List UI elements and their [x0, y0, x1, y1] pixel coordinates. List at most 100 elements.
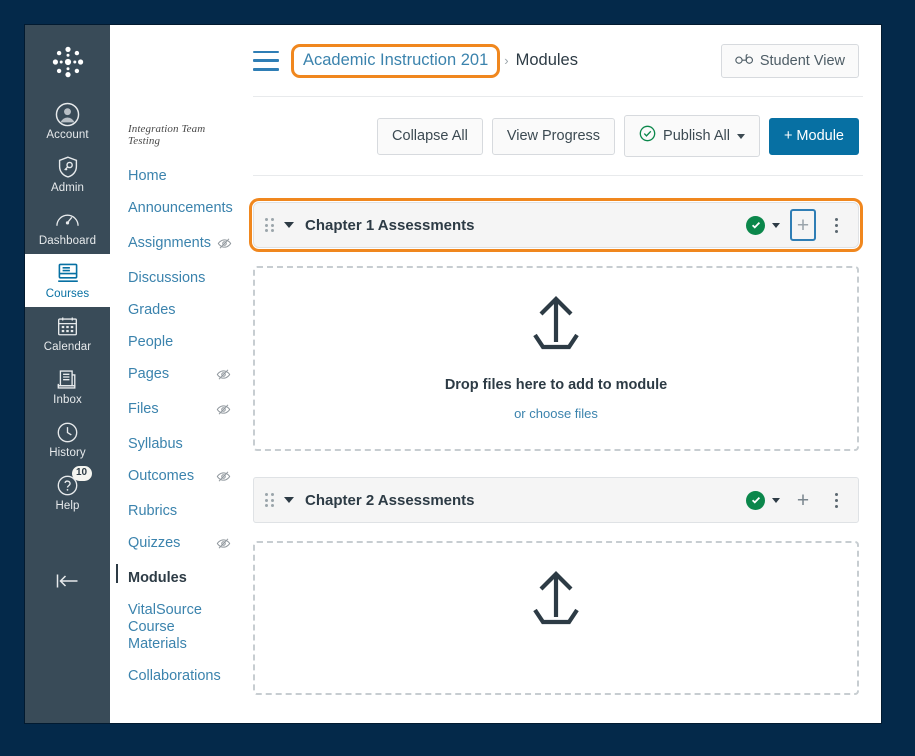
course-nav-heading: Integration Team Testing [128, 123, 231, 147]
global-nav-item-dashboard[interactable]: Dashboard [25, 201, 110, 254]
course-nav-item-collaborations[interactable]: Collaborations [128, 660, 231, 692]
publish-all-label: Publish All [663, 128, 730, 145]
breadcrumb-separator-icon: › [504, 53, 508, 68]
view-progress-button[interactable]: View Progress [492, 118, 615, 155]
canvas-logo-icon[interactable] [25, 33, 110, 91]
course-nav-item-quizzes[interactable]: Quizzes [128, 527, 231, 562]
drag-handle-icon[interactable] [265, 218, 275, 232]
module-title: Chapter 2 Assessments [305, 492, 746, 509]
global-nav-item-account[interactable]: Account [25, 95, 110, 148]
student-view-button[interactable]: Student View [721, 44, 859, 78]
module-header[interactable]: Chapter 1 Assessments + [253, 202, 859, 248]
course-nav-item-modules[interactable]: Modules [128, 562, 231, 594]
course-nav-item-home[interactable]: Home [128, 160, 231, 192]
modules-list: Chapter 1 Assessments + [253, 176, 863, 695]
green-check-circle-icon[interactable] [746, 216, 765, 235]
triangle-down-icon[interactable] [284, 497, 294, 503]
global-nav-label: Calendar [44, 341, 91, 354]
course-nav-item-rubrics[interactable]: Rubrics [128, 495, 231, 527]
clock-history-icon [55, 419, 81, 445]
course-nav-label: Home [128, 168, 167, 185]
student-view-label: Student View [760, 53, 845, 69]
course-nav-item-pages[interactable]: Pages [128, 358, 231, 393]
course-nav-label: Pages [128, 366, 169, 383]
course-nav-item-outcomes[interactable]: Outcomes [128, 460, 231, 495]
global-nav-item-help[interactable]: 10 Help [25, 466, 110, 519]
module-kebab-menu-icon[interactable] [824, 487, 848, 513]
global-nav-label: Help [55, 500, 79, 513]
course-nav-item-assignments[interactable]: Assignments [128, 227, 231, 262]
green-check-circle-icon[interactable] [746, 491, 765, 510]
global-nav-item-inbox[interactable]: Inbox [25, 360, 110, 413]
breadcrumb-course-highlight: Academic Instruction 201 [291, 44, 500, 78]
publish-chevron-down-icon[interactable] [772, 223, 780, 228]
course-nav-label: Modules [128, 570, 187, 587]
global-nav-item-calendar[interactable]: Calendar [25, 307, 110, 360]
global-nav-item-admin[interactable]: Admin [25, 148, 110, 201]
course-nav-item-vitalsource-course-materials[interactable]: VitalSource Course Materials [128, 594, 231, 660]
triangle-down-icon[interactable] [284, 222, 294, 228]
course-nav-item-grades[interactable]: Grades [128, 294, 231, 326]
breadcrumb-course-link[interactable]: Academic Instruction 201 [303, 51, 488, 70]
course-nav-label: Discussions [128, 270, 205, 287]
module-actions: + [746, 209, 848, 241]
dropzone-title: Drop files here to add to module [445, 377, 667, 393]
upload-arrow-icon [523, 294, 589, 359]
course-nav-item-syllabus[interactable]: Syllabus [128, 428, 231, 460]
course-nav-label: Collaborations [128, 668, 221, 685]
course-nav-label: People [128, 334, 173, 351]
add-module-button[interactable]: + Module [769, 118, 859, 155]
calendar-icon [55, 313, 81, 339]
module-dropzone[interactable] [253, 541, 859, 695]
module-dropzone[interactable]: Drop files here to add to module or choo… [253, 266, 859, 451]
course-navigation: Integration Team Testing Home Announceme… [110, 123, 235, 692]
collapse-global-nav-icon[interactable] [25, 561, 110, 601]
course-nav-label: Rubrics [128, 503, 177, 520]
chevron-down-icon [737, 134, 745, 139]
global-nav-item-history[interactable]: History [25, 413, 110, 466]
inbox-envelope-icon [55, 366, 81, 392]
module-chapter-1-assessments: Chapter 1 Assessments + [253, 202, 859, 451]
breadcrumb-current-page: Modules [516, 51, 578, 70]
module-chapter-2-assessments: Chapter 2 Assessments + [253, 477, 859, 695]
collapse-all-label: Collapse All [392, 128, 468, 145]
collapse-all-button[interactable]: Collapse All [377, 118, 483, 155]
hidden-eye-slash-icon [216, 403, 231, 421]
choose-files-link[interactable]: or choose files [514, 406, 598, 421]
hamburger-menu-icon[interactable] [253, 51, 279, 71]
course-nav-label: Assignments [128, 235, 211, 252]
drag-handle-icon[interactable] [265, 493, 275, 507]
hidden-eye-slash-icon [216, 470, 231, 488]
help-badge-count: 10 [72, 466, 92, 481]
global-nav-spacer [25, 519, 110, 561]
breadcrumb: Academic Instruction 201 › Modules [291, 44, 721, 78]
course-nav-label: Announcements [128, 200, 233, 217]
hidden-eye-slash-icon [217, 237, 232, 255]
course-nav-item-people[interactable]: People [128, 326, 231, 358]
add-module-label: + Module [784, 128, 844, 145]
course-nav-item-files[interactable]: Files [128, 393, 231, 428]
global-nav-label: Account [46, 129, 88, 142]
courses-book-icon [55, 260, 81, 286]
course-nav-item-announcements[interactable]: Announcements [128, 192, 231, 227]
module-add-item-plus-icon[interactable]: + [790, 209, 816, 241]
breadcrumb-bar: Academic Instruction 201 › Modules Stude… [253, 25, 863, 97]
module-kebab-menu-icon[interactable] [824, 212, 848, 238]
help-question-icon: 10 [55, 472, 81, 498]
shield-key-icon [55, 154, 81, 180]
course-nav-label: VitalSource Course Materials [128, 602, 231, 653]
module-title: Chapter 1 Assessments [305, 217, 746, 234]
global-nav-item-courses[interactable]: Courses [25, 254, 110, 307]
module-add-item-plus-icon[interactable]: + [790, 484, 816, 516]
hidden-eye-slash-icon [216, 537, 231, 555]
modules-toolbar: Collapse All View Progress Publish All +… [253, 97, 863, 176]
course-nav-label: Outcomes [128, 468, 194, 485]
circle-check-outline-icon [639, 125, 656, 147]
dashboard-icon [55, 207, 81, 233]
upload-arrow-icon [523, 569, 589, 634]
publish-chevron-down-icon[interactable] [772, 498, 780, 503]
module-header[interactable]: Chapter 2 Assessments + [253, 477, 859, 523]
course-nav-item-discussions[interactable]: Discussions [128, 262, 231, 294]
account-avatar-icon [55, 101, 81, 127]
publish-all-button[interactable]: Publish All [624, 115, 760, 157]
